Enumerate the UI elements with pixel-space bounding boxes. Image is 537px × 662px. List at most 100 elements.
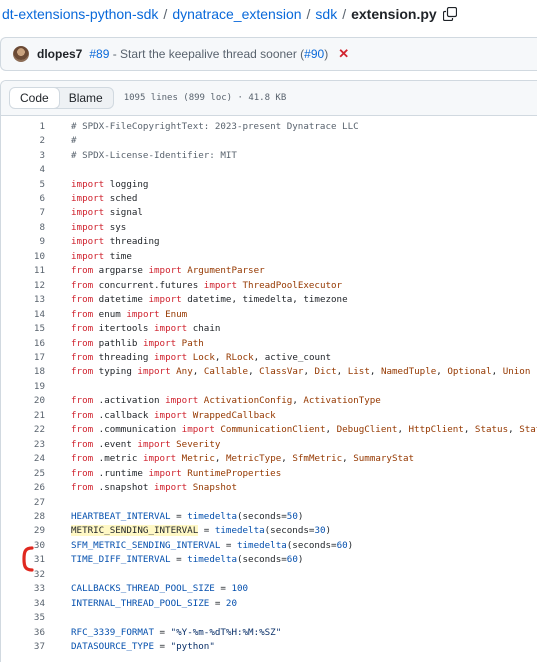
line-number[interactable]: 10 (1, 251, 45, 262)
view-mode-toggle: Code Blame (9, 87, 114, 109)
code-token: timedelta (187, 554, 237, 566)
commit-author[interactable]: dlopes7 (37, 47, 82, 61)
code-line: 34 INTERNAL_THREAD_POOL_SIZE = 20 (1, 596, 537, 610)
line-number[interactable]: 5 (1, 179, 45, 190)
code-token: 30 (314, 525, 326, 537)
code-token: Dict (314, 366, 337, 378)
code-token: DATASOURCE_TYPE (71, 641, 154, 653)
code-token: Optional (447, 366, 492, 378)
line-number[interactable]: 25 (1, 468, 45, 479)
line-number[interactable]: 4 (1, 164, 45, 175)
code-line: 11 from argparse import ArgumentParser (1, 264, 537, 278)
line-number[interactable]: 28 (1, 511, 45, 522)
code-text: import logging (71, 179, 148, 190)
code-token: .event (93, 438, 138, 450)
line-number[interactable]: 3 (1, 150, 45, 161)
code-line: 23 from .event import Severity (1, 437, 537, 451)
code-token: = (209, 597, 226, 609)
code-line: 27 (1, 495, 537, 509)
line-number[interactable]: 2 (1, 135, 45, 146)
commit-pr-link[interactable]: #89 (89, 47, 109, 61)
line-number[interactable]: 7 (1, 207, 45, 218)
code-tab-button[interactable]: Code (9, 88, 60, 108)
code-token: HttpClient (408, 424, 464, 436)
line-number[interactable]: 27 (1, 497, 45, 508)
code-token: Severity (170, 438, 221, 450)
code-token: Lock (187, 351, 215, 363)
commit-message-text[interactable]: - Start the keepalive thread sooner ( (109, 47, 304, 61)
line-number[interactable]: 21 (1, 410, 45, 421)
line-number[interactable]: 23 (1, 439, 45, 450)
line-number[interactable]: 19 (1, 381, 45, 392)
code-token: ArgumentParser (181, 265, 265, 277)
line-number[interactable]: 13 (1, 294, 45, 305)
code-token: import (71, 221, 105, 233)
code-token: , (508, 424, 520, 436)
line-number[interactable]: 37 (1, 641, 45, 652)
line-number[interactable]: 20 (1, 395, 45, 406)
breadcrumb-repo-link[interactable]: dt-extensions-python-sdk (2, 6, 158, 22)
code-token: , (214, 453, 226, 465)
code-token: from (71, 482, 94, 494)
code-text: from .activation import ActivationConfig… (71, 395, 381, 406)
code-token: Enum (159, 308, 188, 320)
code-token: from (71, 337, 94, 349)
code-token: (seconds= (236, 554, 287, 566)
code-line: 22 from .communication import Communicati… (1, 423, 537, 437)
code-line: 37 DATASOURCE_TYPE = "python" (1, 639, 537, 653)
file-stats: 1095 lines (899 loc) · 41.8 KB (123, 93, 287, 103)
line-number[interactable]: 26 (1, 482, 45, 493)
line-number[interactable]: 6 (1, 193, 45, 204)
line-number[interactable]: 29 (1, 525, 45, 536)
code-token: sys (104, 221, 127, 233)
line-number[interactable]: 11 (1, 265, 45, 276)
line-number[interactable]: 12 (1, 280, 45, 291)
breadcrumb-subdir-link[interactable]: sdk (315, 6, 337, 22)
breadcrumb-dir-link[interactable]: dynatrace_extension (172, 6, 301, 22)
code-token: RLock (225, 351, 254, 363)
line-number[interactable]: 18 (1, 366, 45, 377)
line-number[interactable]: 22 (1, 424, 45, 435)
line-number[interactable]: 9 (1, 236, 45, 247)
code-line: 3 # SPDX-License-Identifier: MIT (1, 148, 537, 162)
code-token: threading (93, 351, 154, 363)
code-token: typing (93, 366, 138, 378)
code-token: , (342, 453, 354, 465)
code-token: 50 (286, 510, 298, 522)
check-failed-icon[interactable]: ✕ (338, 46, 349, 62)
code-token: = (198, 525, 215, 537)
code-token: , (292, 395, 304, 407)
line-number[interactable]: 17 (1, 352, 45, 363)
code-token: 60 (336, 539, 348, 551)
commit-pr-link-2[interactable]: #90 (304, 47, 324, 61)
code-token: from (71, 366, 94, 378)
line-number[interactable]: 15 (1, 323, 45, 334)
code-text: from datetime import datetime, timedelta… (71, 294, 348, 305)
line-number[interactable]: 8 (1, 222, 45, 233)
code-text: HEARTBEAT_INTERVAL = timedelta(seconds=5… (71, 511, 303, 522)
breadcrumb-separator: / (163, 6, 168, 22)
code-line: 6 import sched (1, 191, 537, 205)
line-number[interactable]: 34 (1, 598, 45, 609)
code-token: from (71, 265, 94, 277)
line-number[interactable]: 16 (1, 338, 45, 349)
code-token: import (142, 453, 177, 465)
copy-path-icon[interactable] (442, 7, 457, 21)
blame-tab-button[interactable]: Blame (59, 88, 113, 108)
copy-icon-graphic (442, 7, 457, 21)
code-token: # SPDX-License-Identifier: MIT (71, 149, 237, 161)
line-number[interactable]: 36 (1, 627, 45, 638)
code-token: 100 (231, 583, 249, 595)
line-number[interactable]: 1 (1, 121, 45, 132)
line-number[interactable]: 14 (1, 309, 45, 320)
code-text: METRIC_SENDING_INTERVAL = timedelta(seco… (71, 525, 331, 537)
line-number[interactable]: 24 (1, 453, 45, 464)
code-token: RuntimeProperties (181, 467, 282, 479)
avatar[interactable] (13, 46, 29, 62)
code-text: from .runtime import RuntimeProperties (71, 468, 281, 479)
line-number[interactable]: 33 (1, 583, 45, 594)
code-line: 10 import time (1, 249, 537, 263)
code-token: CALLBACKS_THREAD_POOL_SIZE (71, 583, 215, 595)
line-number[interactable]: 35 (1, 612, 45, 623)
code-token: .callback (93, 409, 154, 421)
